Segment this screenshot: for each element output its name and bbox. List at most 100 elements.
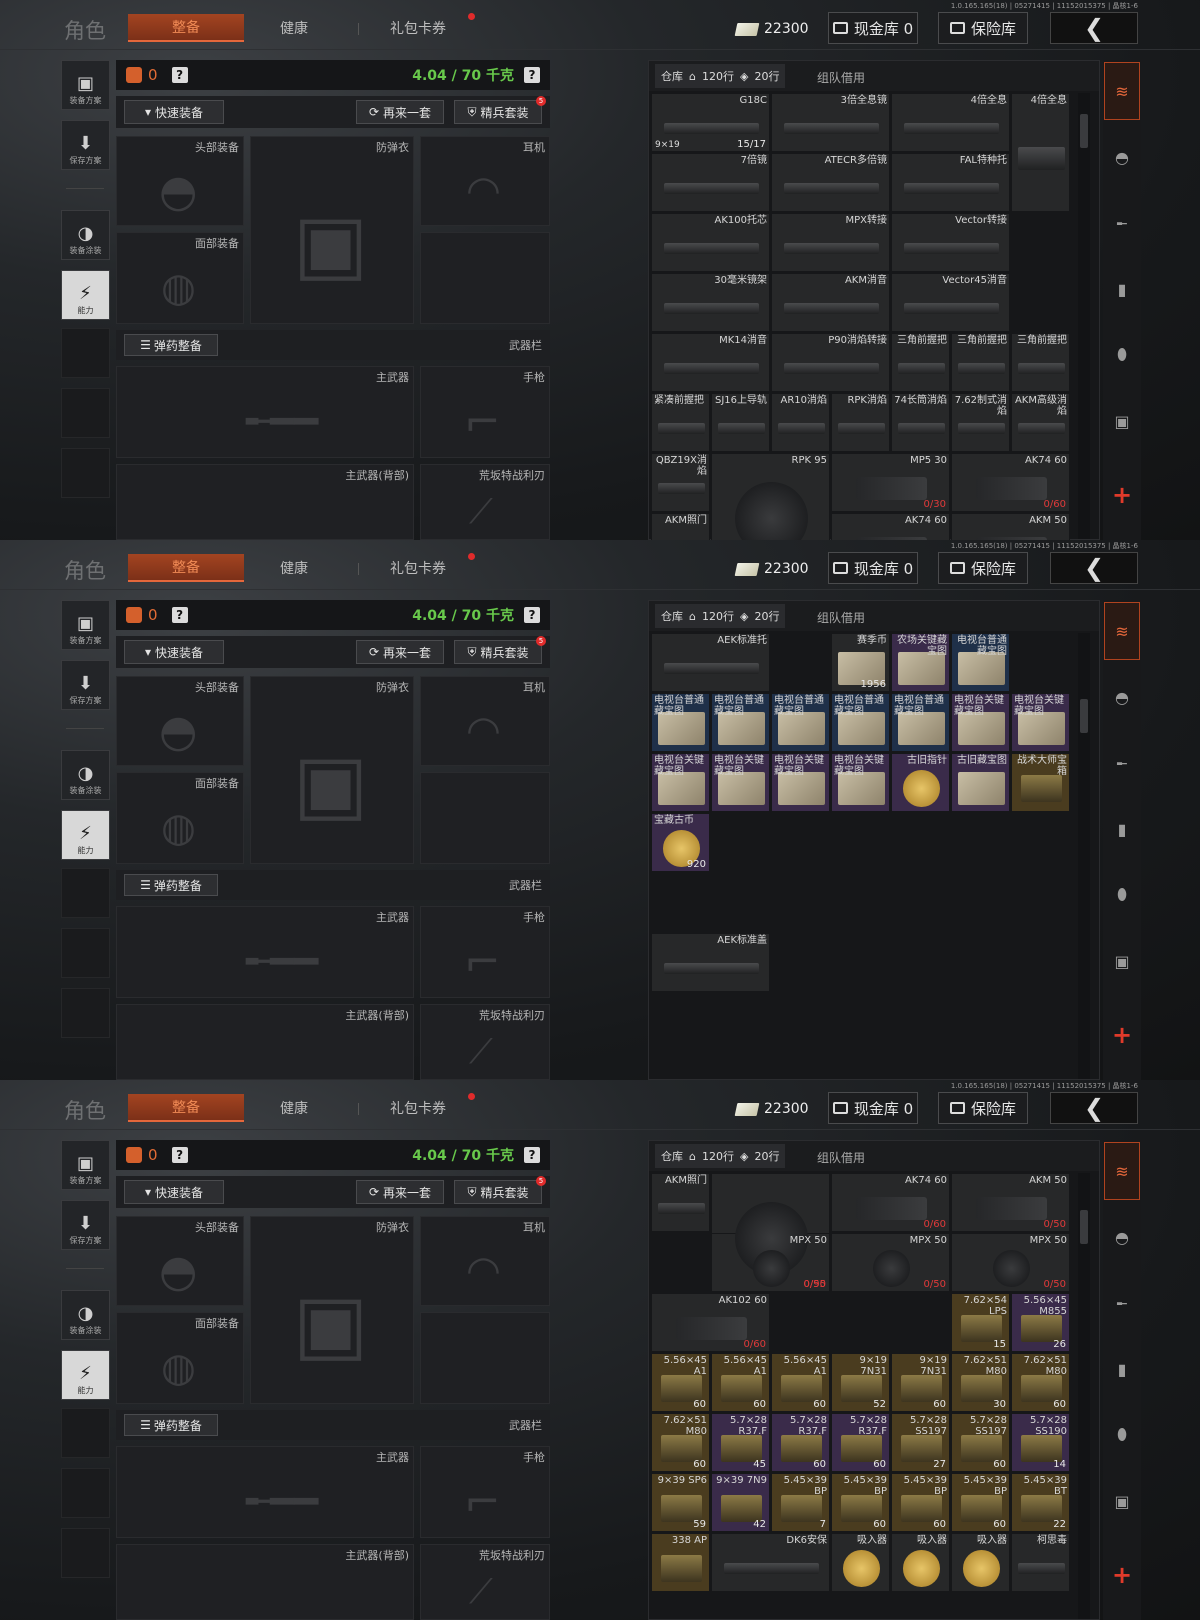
- stash-item[interactable]: 电视台普通藏宝图: [711, 693, 770, 752]
- stash-item[interactable]: G18C 9×19 15/17: [651, 93, 770, 152]
- stash-item[interactable]: 电视台关键藏宝图: [831, 753, 890, 812]
- tab-health[interactable]: 健康: [244, 1094, 344, 1122]
- stash-item[interactable]: AKM 50 0/50: [951, 1173, 1070, 1232]
- stash-item[interactable]: 5.7×28 SS197 60: [951, 1413, 1010, 1472]
- stash-item[interactable]: 古旧指针: [891, 753, 950, 812]
- left-menu-ability[interactable]: ⚡ 能力: [61, 1350, 110, 1400]
- stash-item[interactable]: 74长筒消焰: [891, 393, 950, 452]
- stash-item[interactable]: MPX转接: [771, 213, 890, 272]
- stash-item[interactable]: Vector转接: [891, 213, 1010, 272]
- left-menu-loadout-plan[interactable]: ▣ 装备方案: [61, 1140, 110, 1190]
- rail-rifle-button[interactable]: ╾: [1104, 1274, 1140, 1332]
- rail-stash-stack-button[interactable]: ≋: [1104, 602, 1140, 660]
- team-borrow-tab[interactable]: 组队借用: [817, 69, 865, 86]
- stash-item[interactable]: 5.45×39 BP 60: [951, 1473, 1010, 1532]
- quick-equip-button[interactable]: ▾ 快速装备: [124, 1180, 224, 1204]
- primary-back-slot[interactable]: 主武器(背部): [116, 1544, 414, 1620]
- rail-vest-button[interactable]: ▣: [1104, 932, 1140, 990]
- stash-item[interactable]: 电视台关键藏宝图: [951, 693, 1010, 752]
- stash-item[interactable]: 电视台普通藏宝图: [771, 693, 830, 752]
- stash-item[interactable]: AK102 60 0/60: [651, 1293, 770, 1352]
- stash-item[interactable]: 9×39 SP6 59: [651, 1473, 710, 1532]
- rail-stash-stack-button[interactable]: ≋: [1104, 62, 1140, 120]
- face-slot[interactable]: 面部装备 ◍: [116, 232, 244, 324]
- tab-gift[interactable]: 礼包卡券: [358, 554, 478, 582]
- stash-item[interactable]: 三角前握把: [951, 333, 1010, 392]
- stash-item[interactable]: 5.7×28 SS190 14: [1011, 1413, 1070, 1472]
- weight-help-button[interactable]: ?: [524, 67, 540, 83]
- stash-item[interactable]: AK100托芯: [651, 213, 770, 272]
- melee-slot[interactable]: 荒坂特战利刃 ⟋: [420, 1004, 550, 1080]
- stash-item[interactable]: AKM照门: [651, 1173, 710, 1232]
- team-borrow-tab[interactable]: 组队借用: [817, 609, 865, 626]
- armor-slot[interactable]: 防弹衣 ▣: [250, 676, 414, 864]
- ear-slot[interactable]: 耳机 ◠: [420, 1216, 550, 1306]
- scroll-thumb[interactable]: [1080, 698, 1088, 733]
- stash-item[interactable]: 三角前握把: [891, 333, 950, 392]
- help-button[interactable]: ?: [171, 607, 188, 623]
- stash-item[interactable]: AKM照门: [651, 513, 710, 540]
- head-slot[interactable]: 头部装备 ◓: [116, 136, 244, 226]
- primary-weapon-slot[interactable]: 主武器 ╾━━: [116, 906, 414, 998]
- help-button[interactable]: ?: [171, 1147, 188, 1163]
- stash-item[interactable]: AKM高级消焰: [1011, 393, 1070, 452]
- stash-item[interactable]: 5.7×28 R37.F 45: [711, 1413, 770, 1472]
- elite-set-button[interactable]: ⛨ 精兵套装 5: [454, 96, 546, 124]
- tab-loadout[interactable]: 整备: [128, 554, 244, 582]
- tab-health[interactable]: 健康: [244, 554, 344, 582]
- stash-item[interactable]: 5.45×39 BT 22: [1011, 1473, 1070, 1532]
- ear-slot[interactable]: 耳机 ◠: [420, 676, 550, 766]
- stash-item[interactable]: AEK标准托: [651, 633, 770, 692]
- stash-item[interactable]: 电视台关键藏宝图: [771, 753, 830, 812]
- extra-slot[interactable]: [420, 772, 550, 864]
- scroll-thumb[interactable]: [1080, 113, 1088, 148]
- rail-vest-button[interactable]: ▣: [1104, 1472, 1140, 1530]
- stash-item[interactable]: AR10消焰: [771, 393, 830, 452]
- weight-help-button[interactable]: ?: [524, 1147, 540, 1163]
- stash-tab[interactable]: 仓库 ⌂ 120行 ◈ 20行: [655, 1144, 786, 1168]
- stash-item[interactable]: AKM消音: [771, 273, 890, 332]
- back-button[interactable]: ❮: [1050, 1092, 1138, 1124]
- stash-item[interactable]: 9×19 7N31 60: [891, 1353, 950, 1412]
- left-menu-save-plan[interactable]: ⬇ 保存方案: [61, 1200, 110, 1250]
- head-slot[interactable]: 头部装备 ◓: [116, 676, 244, 766]
- stash-item[interactable]: 5.56×45 M855 26: [1011, 1293, 1070, 1352]
- left-menu-loadout-plan[interactable]: ▣ 装备方案: [61, 600, 110, 650]
- stash-item[interactable]: 7.62×54 LPS 15: [951, 1293, 1010, 1352]
- pistol-slot[interactable]: 手枪 ⌐: [420, 906, 550, 998]
- stash-item[interactable]: AEK标准盖: [651, 933, 770, 992]
- stash-tab[interactable]: 仓库 ⌂ 120行 ◈ 20行: [655, 604, 786, 628]
- left-menu-loadout-plan[interactable]: ▣ 装备方案: [61, 60, 110, 110]
- tab-gift[interactable]: 礼包卡券: [358, 1094, 478, 1122]
- stash-item[interactable]: SJ16上导轨: [711, 393, 770, 452]
- stash-item[interactable]: 柯思毒: [1011, 1533, 1070, 1592]
- extra-slot[interactable]: [420, 1312, 550, 1404]
- stash-item[interactable]: RPK消焰: [831, 393, 890, 452]
- stash-item[interactable]: 吸入器: [891, 1533, 950, 1592]
- stash-item[interactable]: 三角前握把: [1011, 333, 1070, 392]
- stash-scrollbar[interactable]: [1078, 1173, 1090, 1619]
- cash-vault-button[interactable]: 现金库 0: [828, 552, 918, 584]
- rail-bullet-button[interactable]: ⬮: [1104, 1406, 1140, 1464]
- stash-item[interactable]: 4倍全息: [891, 93, 1010, 152]
- stash-scrollbar[interactable]: [1078, 93, 1090, 539]
- stash-item[interactable]: 赛季币 1956: [831, 633, 890, 692]
- stash-item[interactable]: MK14消音: [651, 333, 770, 392]
- rail-magazine-button[interactable]: ▮: [1104, 1340, 1140, 1398]
- stash-item[interactable]: QBZ19X消焰: [651, 453, 710, 512]
- repeat-button[interactable]: ⟳ 再来一套: [356, 1180, 444, 1204]
- stash-item[interactable]: 电视台普通藏宝图: [831, 693, 890, 752]
- rail-rifle-button[interactable]: ╾: [1104, 734, 1140, 792]
- insurance-button[interactable]: 保险库: [938, 12, 1028, 44]
- stash-item[interactable]: MPX 50 0/50: [831, 1233, 950, 1292]
- face-slot[interactable]: 面部装备 ◍: [116, 1312, 244, 1404]
- help-button[interactable]: ?: [171, 67, 188, 83]
- stash-item[interactable]: MPX 50 0/50: [951, 1233, 1070, 1292]
- rail-bullet-button[interactable]: ⬮: [1104, 326, 1140, 384]
- stash-item[interactable]: AK74 60 0/60: [951, 453, 1070, 512]
- stash-item[interactable]: 电视台普通藏宝图: [891, 693, 950, 752]
- stash-item[interactable]: 7.62制式消焰: [951, 393, 1010, 452]
- primary-back-slot[interactable]: 主武器(背部): [116, 1004, 414, 1080]
- stash-item[interactable]: 7.62×51 M80 60: [1011, 1353, 1070, 1412]
- stash-item[interactable]: 30毫米镜架: [651, 273, 770, 332]
